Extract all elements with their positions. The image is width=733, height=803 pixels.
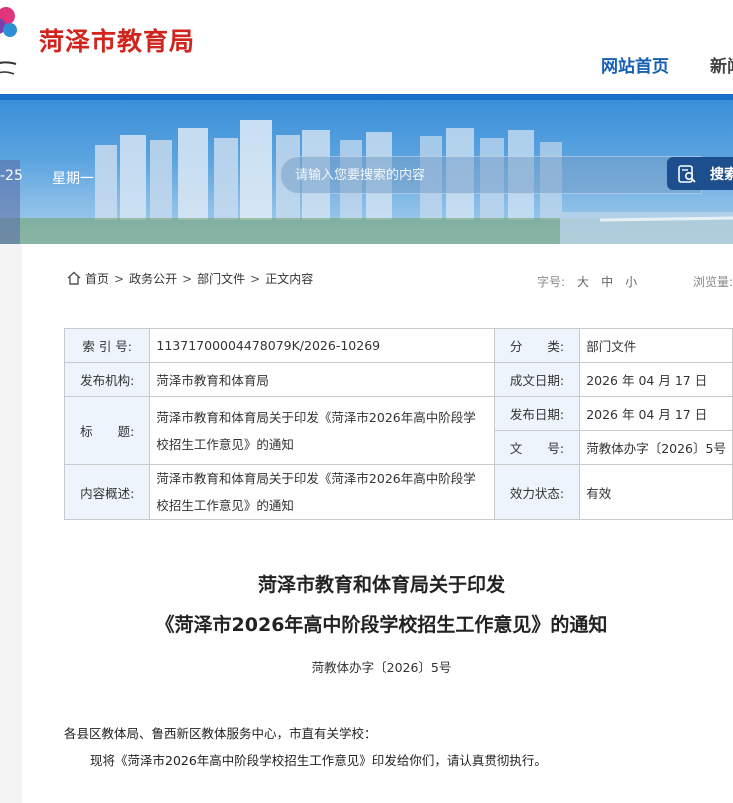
breadcrumb-separator: > <box>250 272 261 286</box>
table-row: 索 引 号: 11371700004478079K/2026-10269 分 类… <box>63 328 733 363</box>
search-button[interactable]: 搜索 <box>667 157 733 190</box>
search-input[interactable] <box>295 157 675 193</box>
title-value: 菏泽市教育和体育局关于印发《菏泽市2026年高中阶段学校招生工作意见》的通知 <box>149 396 495 465</box>
current-date: -25 <box>0 168 23 184</box>
published-date-value: 2026 年 04 月 17 日 <box>579 396 733 431</box>
font-size-medium[interactable]: 中 <box>601 275 613 289</box>
table-row: 内容概述: 菏泽市教育和体育局关于印发《菏泽市2026年高中阶段学校招生工作意见… <box>63 464 733 520</box>
breadcrumb-item-current: 正文内容 <box>265 272 314 286</box>
nav-news-link[interactable]: 新闻 <box>710 52 733 77</box>
left-side-strip <box>0 244 22 803</box>
created-date-label: 成文日期: <box>493 362 581 397</box>
site-logo[interactable] <box>0 4 22 84</box>
article-paragraph: 各县区教体局、鲁西新区教体服务中心，市直有关学校： <box>64 726 377 741</box>
breadcrumb: 首页 > 政务公开 > 部门文件 > 正文内容 <box>66 270 313 287</box>
index-label: 索 引 号: <box>63 328 151 363</box>
article-title-line2: 《菏泽市2026年高中阶段学校招生工作意见》的通知 <box>155 614 608 636</box>
article-title-line1: 菏泽市教育和体育局关于印发 <box>257 574 505 596</box>
nav-home-link[interactable]: 网站首页 <box>601 52 669 77</box>
title-label: 标 题: <box>63 396 151 465</box>
view-count: 浏览量: <box>693 275 733 289</box>
table-row: 标 题: 菏泽市教育和体育局关于印发《菏泽市2026年高中阶段学校招生工作意见》… <box>63 396 733 465</box>
category-label: 分 类: <box>493 328 581 363</box>
created-date-value: 2026 年 04 月 17 日 <box>579 362 733 397</box>
document-info-table: 索 引 号: 11371700004478079K/2026-10269 分 类… <box>63 328 733 520</box>
font-size-large[interactable]: 大 <box>577 275 589 289</box>
publisher-label: 发布机构: <box>63 362 151 397</box>
site-header: 菏泽市教育局 网站首页 新闻 <box>0 0 733 96</box>
home-icon <box>67 271 81 285</box>
font-size-selector: 字号: 大中小 <box>537 273 637 290</box>
font-size-small[interactable]: 小 <box>625 275 637 289</box>
doc-number-label: 文 号: <box>493 430 581 465</box>
breadcrumb-home[interactable]: 首页 <box>85 272 109 286</box>
published-date-label: 发布日期: <box>493 396 581 431</box>
breadcrumb-item-dept-docs[interactable]: 部门文件 <box>197 272 245 286</box>
article-paragraph: 现将《菏泽市2026年高中阶段学校招生工作意见》印发给你们，请认真贯彻执行。 <box>90 753 547 768</box>
breadcrumb-separator: > <box>114 272 125 286</box>
search-button-label: 搜索 <box>710 167 733 183</box>
city-banner: -25 星期一 搜索 <box>0 100 733 244</box>
breadcrumb-item-gov-affairs[interactable]: 政务公开 <box>129 272 177 286</box>
search-icon <box>678 165 696 183</box>
font-size-label: 字号: <box>537 275 566 289</box>
status-value: 有效 <box>579 464 733 520</box>
index-value: 11371700004478079K/2026-10269 <box>149 328 495 363</box>
article-doc-number: 菏教体办字〔2026〕5号 <box>311 660 452 675</box>
category-value: 部门文件 <box>579 328 733 363</box>
search-box <box>280 156 702 194</box>
current-weekday: 星期一 <box>52 171 94 187</box>
summary-label: 内容概述: <box>63 464 151 520</box>
publisher-value: 菏泽市教育和体育局 <box>149 362 495 397</box>
status-label: 效力状态: <box>493 464 581 520</box>
summary-value: 菏泽市教育和体育局关于印发《菏泽市2026年高中阶段学校招生工作意见》的通知 <box>149 464 495 520</box>
breadcrumb-separator: > <box>182 272 193 286</box>
doc-number-value: 菏教体办字〔2026〕5号 <box>579 430 733 465</box>
site-title[interactable]: 菏泽市教育局 <box>39 22 195 58</box>
table-row: 发布机构: 菏泽市教育和体育局 成文日期: 2026 年 04 月 17 日 <box>63 362 733 397</box>
